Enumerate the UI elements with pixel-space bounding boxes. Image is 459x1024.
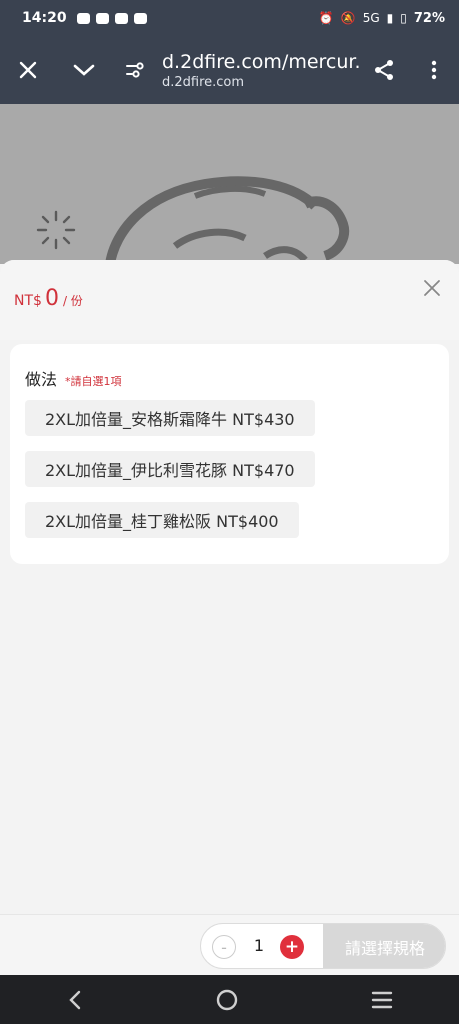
- chat-icon: [95, 12, 109, 24]
- price-currency: NT$: [14, 293, 42, 309]
- image-icon: [133, 12, 147, 24]
- close-sheet-button[interactable]: [418, 274, 446, 302]
- chevron-down-icon: [73, 64, 95, 76]
- option-chip[interactable]: 2XL加倍量_安格斯霜降牛 NT$430: [25, 400, 315, 436]
- url-title: d.2dfire.com/mercur...: [162, 50, 359, 73]
- increase-quantity-button[interactable]: +: [280, 935, 304, 959]
- price-display: NT$ 0 / 份: [14, 286, 83, 311]
- notification-icons: [76, 12, 147, 24]
- quantity-stepper: - 1 + 請選擇規格: [200, 923, 446, 969]
- url-bar[interactable]: d.2dfire.com/mercur... d.2dfire.com: [158, 51, 359, 90]
- option-group-header: 做法 *請自選1項: [25, 366, 122, 390]
- site-settings-button[interactable]: [112, 36, 158, 104]
- close-tab-button[interactable]: [0, 36, 56, 104]
- required-hint: *請自選1項: [65, 375, 122, 388]
- option-chip[interactable]: 2XL加倍量_桂丁雞松阪 NT$400: [25, 502, 299, 538]
- home-icon[interactable]: [215, 988, 239, 1012]
- status-bar: 14:20 ⏰ 🔕 5G ▮ ▯ 72%: [0, 0, 459, 36]
- mail-icon: [114, 12, 128, 24]
- dimmed-background: [0, 104, 459, 265]
- close-icon: [424, 280, 440, 296]
- back-icon[interactable]: [65, 989, 85, 1011]
- network-label: 5G: [362, 11, 380, 25]
- system-nav-bar: [0, 975, 459, 1024]
- mascot-illustration: [105, 176, 349, 265]
- more-vert-icon: [431, 60, 437, 80]
- minimize-button[interactable]: [56, 36, 112, 104]
- messenger-icon: [76, 12, 90, 24]
- price-unit: / 份: [62, 294, 83, 308]
- sheet-header: NT$ 0 / 份: [0, 260, 459, 340]
- battery-icon: ▯: [400, 11, 407, 25]
- price-amount: 0: [44, 286, 59, 311]
- signal-icon: ▮: [386, 11, 394, 25]
- tune-icon: [126, 62, 144, 78]
- more-menu-button[interactable]: [409, 36, 459, 104]
- browser-toolbar: d.2dfire.com/mercur... d.2dfire.com: [0, 36, 459, 104]
- system-icons: ⏰ 🔕 5G ▮ ▯ 72%: [319, 11, 445, 26]
- alarm-icon: ⏰: [318, 11, 334, 25]
- decrease-quantity-button[interactable]: -: [212, 935, 236, 959]
- recents-icon[interactable]: [370, 990, 394, 1010]
- status-time: 14:20: [22, 10, 67, 26]
- spec-selection-sheet: NT$ 0 / 份 做法 *請自選1項 2XL加倍量_安格斯霜降牛 NT$430…: [0, 260, 459, 975]
- option-group-card: 做法 *請自選1項 2XL加倍量_安格斯霜降牛 NT$430 2XL加倍量_伊比…: [10, 344, 449, 564]
- mute-icon: 🔕: [340, 11, 356, 25]
- quantity-value: 1: [253, 936, 265, 955]
- option-chip[interactable]: 2XL加倍量_伊比利雪花豚 NT$470: [25, 451, 315, 487]
- bottom-action-bar: - 1 + 請選擇規格: [0, 914, 459, 975]
- option-group-title: 做法: [25, 370, 58, 389]
- loading-spinner-icon: [36, 210, 76, 250]
- battery-level: 72%: [413, 10, 445, 26]
- share-button[interactable]: [359, 36, 409, 104]
- select-spec-button[interactable]: 請選擇規格: [323, 924, 445, 968]
- url-domain: d.2dfire.com: [162, 74, 245, 90]
- close-icon: [19, 61, 37, 79]
- share-icon: [375, 60, 393, 80]
